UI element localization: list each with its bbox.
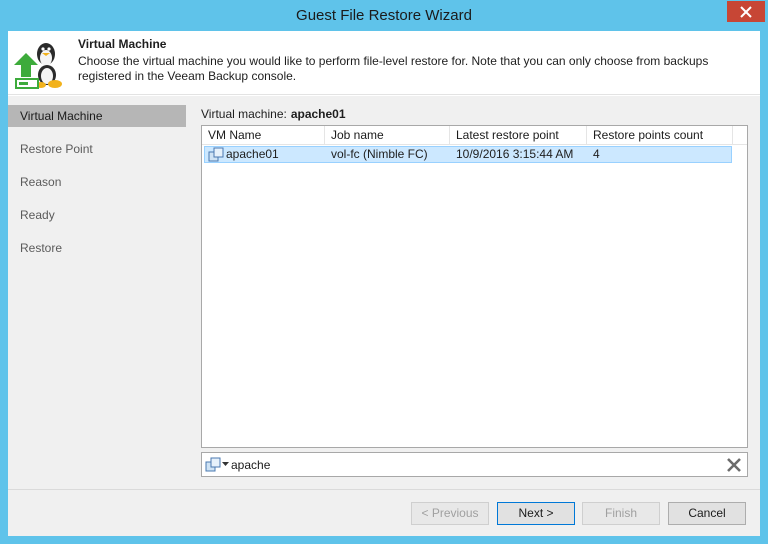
finish-button[interactable]: Finish (582, 502, 660, 525)
close-button[interactable] (727, 1, 765, 22)
cell-vm-name: apache01 (226, 147, 279, 161)
table-row[interactable]: apache01 vol-fc (Nimble FC) 10/9/2016 3:… (204, 146, 732, 163)
main-panel: Virtual machine: apache01 VM Name Job nam… (188, 96, 760, 489)
column-header-latest-restore-point[interactable]: Latest restore point (450, 126, 587, 145)
next-button[interactable]: Next > (497, 502, 575, 525)
chevron-down-icon (222, 462, 229, 466)
vm-table[interactable]: VM Name Job name Latest restore point Re… (201, 125, 748, 448)
header-title: Virtual Machine (78, 37, 167, 51)
cell-restore-points-count: 4 (593, 147, 600, 161)
header-description: Choose the virtual machine you would lik… (78, 54, 709, 83)
step-restore-point[interactable]: Restore Point (8, 138, 186, 160)
wizard-steps-sidebar: Virtual Machine Restore Point Reason Rea… (8, 96, 188, 489)
linux-restore-icon (14, 43, 62, 89)
cancel-button[interactable]: Cancel (668, 502, 746, 525)
vm-label-text: Virtual machine: (201, 107, 287, 121)
search-bar (201, 452, 748, 477)
vm-icon (208, 147, 224, 162)
table-header: VM Name Job name Latest restore point Re… (202, 126, 747, 145)
column-header-job-name[interactable]: Job name (325, 126, 450, 145)
close-icon (740, 5, 752, 18)
wizard-footer: < Previous Next > Finish Cancel (8, 489, 760, 536)
column-header-vm-name[interactable]: VM Name (202, 126, 325, 145)
step-virtual-machine[interactable]: Virtual Machine (8, 105, 186, 127)
step-ready[interactable]: Ready (8, 204, 186, 226)
search-input[interactable] (231, 455, 711, 474)
wizard-header: Virtual Machine Choose the virtual machi… (8, 31, 760, 95)
cell-job-name: vol-fc (Nimble FC) (331, 147, 428, 161)
previous-button[interactable]: < Previous (411, 502, 489, 525)
title-bar[interactable]: Guest File Restore Wizard (0, 0, 768, 31)
cell-latest-restore-point: 10/9/2016 3:15:44 AM (456, 147, 574, 161)
window-title: Guest File Restore Wizard (296, 7, 472, 24)
step-restore[interactable]: Restore (8, 237, 186, 259)
clear-icon (727, 457, 741, 472)
clear-search-button[interactable] (724, 455, 744, 474)
virtual-machine-label: Virtual machine: apache01 (201, 107, 346, 121)
column-header-restore-points-count[interactable]: Restore points count (587, 126, 733, 145)
wizard-client-area: Virtual Machine Choose the virtual machi… (8, 31, 760, 536)
search-type-dropdown[interactable] (203, 454, 229, 475)
wizard-window: Guest File Restore Wizard Virtual Machin… (0, 0, 768, 544)
vm-type-icon (205, 457, 221, 472)
vm-label-value: apache01 (290, 107, 346, 121)
step-reason[interactable]: Reason (8, 171, 186, 193)
